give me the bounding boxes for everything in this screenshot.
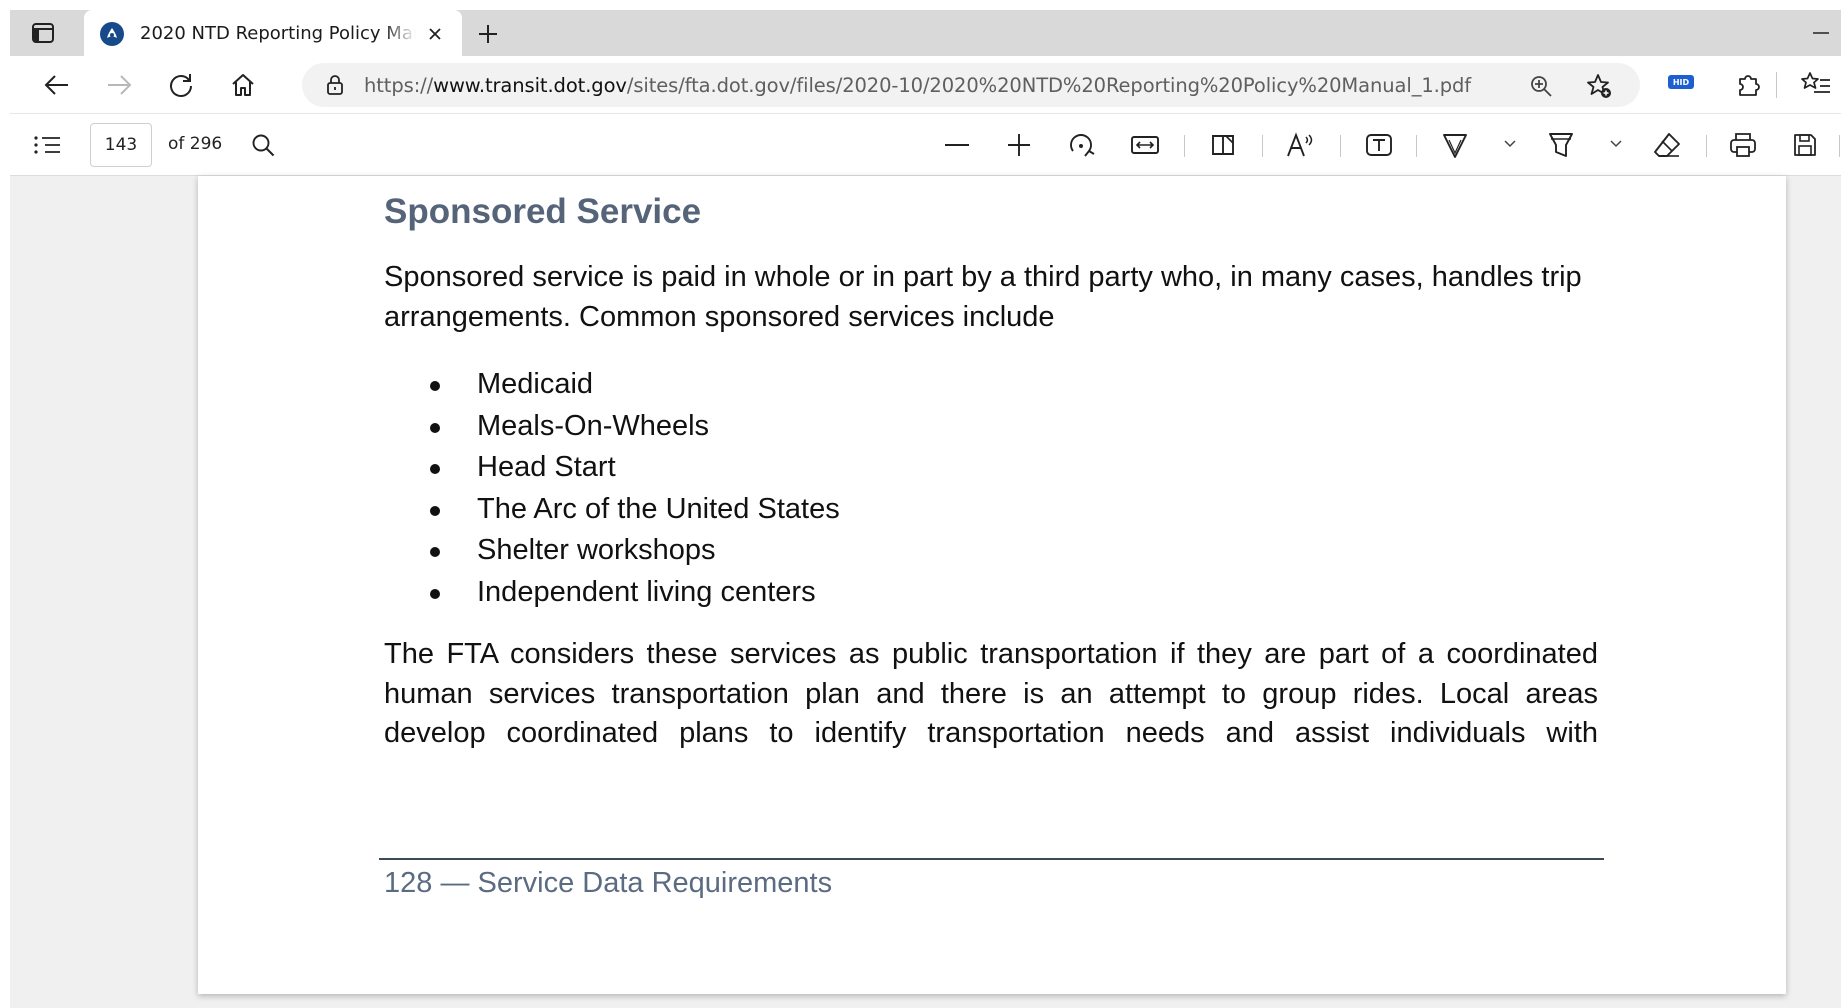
bullet-icon [430,381,440,391]
list-item-text: Meals-On-Wheels [477,409,710,442]
highlight-marker-icon[interactable] [1546,130,1576,160]
save-icon[interactable] [1790,130,1820,160]
table-of-contents-icon[interactable] [32,130,62,160]
list-item: Meals-On-Wheels [384,406,840,448]
bullet-icon [430,588,440,599]
page-footer: 128 — Service Data Requirements [384,867,833,899]
close-tab-icon[interactable] [422,21,448,47]
fit-to-width-icon[interactable] [1130,130,1160,160]
favorites-list-icon[interactable] [1800,68,1832,100]
new-tab-icon[interactable] [473,19,503,49]
page-number-input[interactable]: 143 [90,123,152,167]
bullet-icon [430,547,440,557]
page-view-icon[interactable] [1208,130,1238,160]
toolbar-divider [1262,135,1263,157]
toolbar-divider [1839,135,1840,157]
toolbar-divider [1184,135,1185,157]
list-item: Shelter workshops [384,530,840,572]
url-prefix: https:// [364,74,434,97]
url-host: www.transit.dot.gov [433,74,627,97]
add-text-icon[interactable] [1364,130,1394,160]
intro-paragraph: Sponsored service is paid in whole or in… [384,261,1582,333]
pdf-toolbar: 143 of 296 [10,114,1841,176]
rotate-icon[interactable] [1066,130,1096,160]
page-total: of 296 [168,134,223,154]
highlight-options-chevron-down-icon[interactable] [1608,136,1624,152]
forward-arrow-icon[interactable] [102,68,136,102]
read-aloud-icon[interactable] [1286,130,1316,160]
refresh-icon[interactable] [164,68,198,102]
back-arrow-icon[interactable] [40,68,74,102]
hid-extension-icon[interactable]: HID [1668,75,1694,89]
toolbar-divider [1706,135,1707,157]
address-bar[interactable]: https://www.transit.dot.gov/sites/fta.do… [302,63,1640,107]
navigation-bar: https://www.transit.dot.gov/sites/fta.do… [10,56,1841,114]
dot-triskelion-icon [100,22,124,46]
tab-actions-menu-icon[interactable] [28,19,58,47]
section-heading: Sponsored Service [384,192,702,231]
bullet-icon [430,464,440,474]
list-item: Head Start [384,447,840,489]
minimize-window-icon[interactable] [1801,20,1841,46]
pdf-viewer[interactable]: Sponsored Service Sponsored service is p… [10,176,1841,1008]
add-favorite-star-icon[interactable] [1585,72,1613,100]
list-item: Independent living centers [384,572,840,614]
zoom-in-icon[interactable] [1528,73,1554,99]
draw-pen-icon[interactable] [1440,130,1470,160]
toolbar-divider [1340,135,1341,157]
eraser-icon[interactable] [1652,130,1682,160]
list-item: The Arc of the United States [384,489,840,531]
extensions-puzzle-icon[interactable] [1732,68,1764,100]
lock-icon[interactable] [324,74,346,96]
toolbar-divider [1776,72,1777,98]
list-item-text: Independent living centers [477,575,816,608]
list-item-text: Head Start [477,451,616,483]
toolbar-divider [1416,135,1417,157]
body-paragraph: The FTA considers these services as publ… [384,638,1598,749]
search-icon[interactable] [248,130,278,160]
bullet-icon [430,505,440,516]
footer-divider [379,858,1604,860]
list-item: Medicaid [384,364,840,406]
pdf-page: Sponsored Service Sponsored service is p… [198,176,1786,994]
list-item-text: Medicaid [477,368,594,400]
url-path: /sites/fta.dot.gov/files/2020-10/2020%20… [626,74,1472,97]
tab-strip: 2020 NTD Reporting Policy Manual_1.pdf [10,10,1841,56]
print-icon[interactable] [1728,130,1758,160]
sponsored-services-list: Medicaid Meals-On-Wheels Head Start The … [384,364,840,613]
zoom-out-icon[interactable] [942,130,972,160]
zoom-in-plus-icon[interactable] [1004,130,1034,160]
draw-options-chevron-down-icon[interactable] [1502,136,1518,152]
home-icon[interactable] [226,68,260,102]
tab-title: 2020 NTD Reporting Policy Manual_1.pdf [140,23,416,44]
bullet-icon [430,422,440,433]
url-text[interactable]: https://www.transit.dot.gov/sites/fta.do… [364,74,1471,97]
list-item-text: The Arc of the United States [477,492,840,525]
active-tab[interactable]: 2020 NTD Reporting Policy Manual_1.pdf [84,10,462,56]
list-item-text: Shelter workshops [477,534,716,566]
